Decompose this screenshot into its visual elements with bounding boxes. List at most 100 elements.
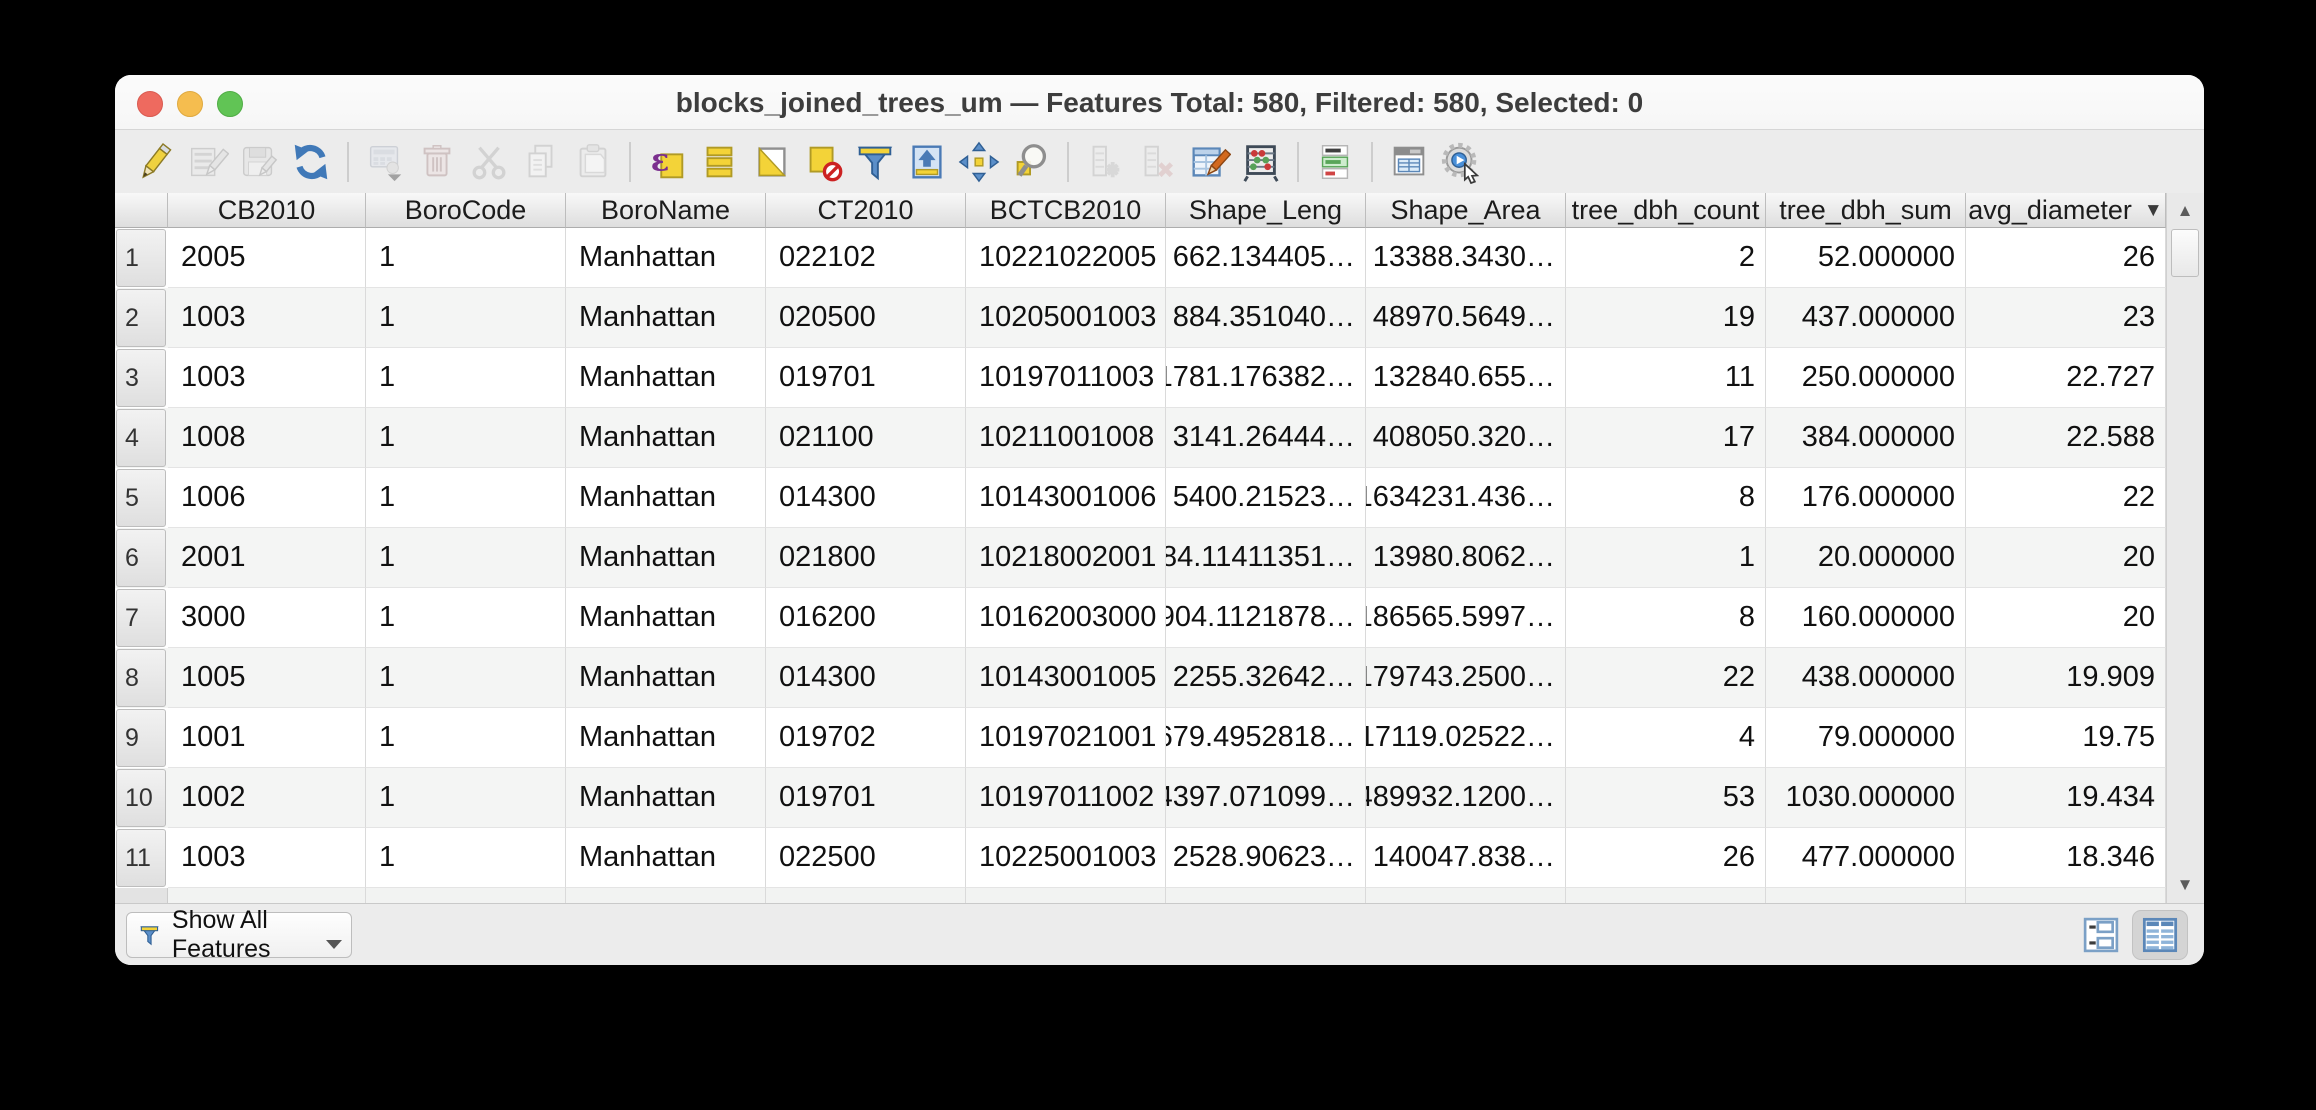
cell-tree_dbh_count[interactable]: 2 xyxy=(1566,228,1766,288)
column-header-BCTCB2010[interactable]: BCTCB2010 xyxy=(966,193,1166,228)
cell-BoroCode[interactable]: 1 xyxy=(366,708,566,768)
vertical-scrollbar[interactable]: ▲ ▼ xyxy=(2166,193,2204,903)
cell-CB2010[interactable]: 1005 xyxy=(168,648,366,708)
show-all-features-button[interactable]: Show All Features xyxy=(126,912,352,958)
cell-CT2010[interactable]: 014300 xyxy=(766,648,966,708)
column-header-tree_dbh_count[interactable]: tree_dbh_count xyxy=(1566,193,1766,228)
cell-BCTCB2010[interactable]: 10143001005 xyxy=(966,648,1166,708)
cell-tree_dbh_sum[interactable]: 52.000000 xyxy=(1766,228,1966,288)
cell-BCTCB2010[interactable]: 10221022005 xyxy=(966,228,1166,288)
cell-BCTCB2010[interactable]: 10197011002 xyxy=(966,768,1166,828)
row-number[interactable]: 10 xyxy=(115,768,168,828)
cell-tree_dbh_sum[interactable]: 20.000000 xyxy=(1766,528,1966,588)
cell-CT2010[interactable]: 022500 xyxy=(766,828,966,888)
cell-Shape_Leng[interactable]: 584.11411351… xyxy=(1166,528,1366,588)
cell-tree_dbh_count[interactable]: 1 xyxy=(1566,528,1766,588)
select-by-expression-button[interactable]: ε xyxy=(643,138,690,185)
column-header-CB2010[interactable]: CB2010 xyxy=(168,193,366,228)
cell-tree_dbh_sum[interactable]: 384.000000 xyxy=(1766,408,1966,468)
move-selection-top-button[interactable] xyxy=(903,138,950,185)
cell-BoroCode[interactable]: 1 xyxy=(366,288,566,348)
row-number[interactable]: 4 xyxy=(115,408,168,468)
cell-CB2010[interactable]: 2005 xyxy=(168,228,366,288)
cell-CT2010[interactable]: 019701 xyxy=(766,768,966,828)
cell-Shape_Area[interactable]: 140047.838… xyxy=(1366,828,1566,888)
row-number[interactable]: 6 xyxy=(115,528,168,588)
column-header-Shape_Leng[interactable]: Shape_Leng xyxy=(1166,193,1366,228)
cell-tree_dbh_count[interactable]: 8 xyxy=(1566,468,1766,528)
cell-Shape_Leng[interactable]: 679.4952818… xyxy=(1166,708,1366,768)
cell-Shape_Leng[interactable]: 5400.21523… xyxy=(1166,468,1366,528)
cell-BCTCB2010[interactable]: 10162003000 xyxy=(966,588,1166,648)
cell-tree_dbh_sum[interactable]: 1030.000000 xyxy=(1766,768,1966,828)
cell-avg_diameter[interactable]: 22.588 xyxy=(1966,408,2166,468)
cell-CB2010[interactable]: 3000 xyxy=(168,588,366,648)
cell-BoroCode[interactable]: 1 xyxy=(366,228,566,288)
cell-Shape_Leng[interactable]: 3141.26444… xyxy=(1166,408,1366,468)
cell-tree_dbh_count[interactable]: 22 xyxy=(1566,648,1766,708)
table-view-toggle[interactable] xyxy=(2132,910,2188,960)
cell-Shape_Area[interactable]: 17119.02522… xyxy=(1366,708,1566,768)
cell-BCTCB2010[interactable]: 10197011003 xyxy=(966,348,1166,408)
cell-BCTCB2010[interactable]: 10205001003 xyxy=(966,288,1166,348)
cell-BoroName[interactable]: Manhattan xyxy=(566,708,766,768)
cell-BoroName[interactable]: Manhattan xyxy=(566,768,766,828)
cell-Shape_Area[interactable]: 179743.2500… xyxy=(1366,648,1566,708)
cell-avg_diameter[interactable]: 20 xyxy=(1966,528,2166,588)
cell-BoroName[interactable]: Manhattan xyxy=(566,408,766,468)
row-number[interactable]: 9 xyxy=(115,708,168,768)
cell-tree_dbh_sum[interactable]: 79.000000 xyxy=(1766,708,1966,768)
cell-Shape_Leng[interactable]: 884.351040… xyxy=(1166,288,1366,348)
actions-button[interactable] xyxy=(1437,138,1484,185)
cell-Shape_Leng[interactable]: 2528.90623… xyxy=(1166,828,1366,888)
edit-attributes-button[interactable] xyxy=(1185,138,1232,185)
row-number[interactable]: 5 xyxy=(115,468,168,528)
deselect-all-button[interactable] xyxy=(799,138,846,185)
cell-BCTCB2010[interactable]: 10225001003 xyxy=(966,828,1166,888)
scroll-up-icon[interactable]: ▲ xyxy=(2170,197,2200,225)
cell-Shape_Area[interactable]: 1634231.436… xyxy=(1366,468,1566,528)
cell-avg_diameter[interactable]: 23 xyxy=(1966,288,2166,348)
cell-CT2010[interactable]: 014300 xyxy=(766,468,966,528)
cell-BoroCode[interactable]: 1 xyxy=(366,768,566,828)
column-header-avg_diameter[interactable]: avg_diameter▼ xyxy=(1966,193,2166,228)
cell-BoroName[interactable]: Manhattan xyxy=(566,648,766,708)
cell-BCTCB2010[interactable]: 10197021001 xyxy=(966,708,1166,768)
cell-tree_dbh_count[interactable]: 53 xyxy=(1566,768,1766,828)
cell-tree_dbh_count[interactable]: 17 xyxy=(1566,408,1766,468)
form-view-toggle[interactable] xyxy=(2080,914,2122,956)
field-calculator-button[interactable] xyxy=(1237,138,1284,185)
cell-Shape_Area[interactable]: 13980.8062… xyxy=(1366,528,1566,588)
cell-CT2010[interactable]: 019701 xyxy=(766,348,966,408)
cell-BoroCode[interactable]: 1 xyxy=(366,348,566,408)
cell-CB2010[interactable]: 2001 xyxy=(168,528,366,588)
cell-CT2010[interactable]: 021800 xyxy=(766,528,966,588)
row-number[interactable]: 3 xyxy=(115,348,168,408)
conditional-formatting-button[interactable] xyxy=(1311,138,1358,185)
cell-avg_diameter[interactable]: 26 xyxy=(1966,228,2166,288)
cell-BCTCB2010[interactable]: 10218002001 xyxy=(966,528,1166,588)
cell-Shape_Area[interactable]: 132840.655… xyxy=(1366,348,1566,408)
cell-tree_dbh_count[interactable]: 11 xyxy=(1566,348,1766,408)
column-header-BoroName[interactable]: BoroName xyxy=(566,193,766,228)
cell-CB2010[interactable]: 1001 xyxy=(168,708,366,768)
cell-BoroName[interactable]: Manhattan xyxy=(566,468,766,528)
cell-tree_dbh_sum[interactable]: 437.000000 xyxy=(1766,288,1966,348)
column-header-Shape_Area[interactable]: Shape_Area xyxy=(1366,193,1566,228)
cell-tree_dbh_sum[interactable]: 250.000000 xyxy=(1766,348,1966,408)
cell-tree_dbh_count[interactable]: 26 xyxy=(1566,828,1766,888)
cell-BoroName[interactable]: Manhattan xyxy=(566,228,766,288)
cell-BoroCode[interactable]: 1 xyxy=(366,528,566,588)
cell-BoroCode[interactable]: 1 xyxy=(366,468,566,528)
row-number[interactable]: 8 xyxy=(115,648,168,708)
cell-Shape_Area[interactable]: 408050.320… xyxy=(1366,408,1566,468)
filter-by-form-button[interactable] xyxy=(851,138,898,185)
row-number[interactable]: 1 xyxy=(115,228,168,288)
cell-BoroName[interactable]: Manhattan xyxy=(566,348,766,408)
cell-tree_dbh_sum[interactable]: 438.000000 xyxy=(1766,648,1966,708)
cell-CT2010[interactable]: 016200 xyxy=(766,588,966,648)
cell-BCTCB2010[interactable]: 10211001008 xyxy=(966,408,1166,468)
cell-BoroName[interactable]: Manhattan xyxy=(566,588,766,648)
row-number[interactable]: 2 xyxy=(115,288,168,348)
cell-Shape_Leng[interactable]: 1781.176382… xyxy=(1166,348,1366,408)
